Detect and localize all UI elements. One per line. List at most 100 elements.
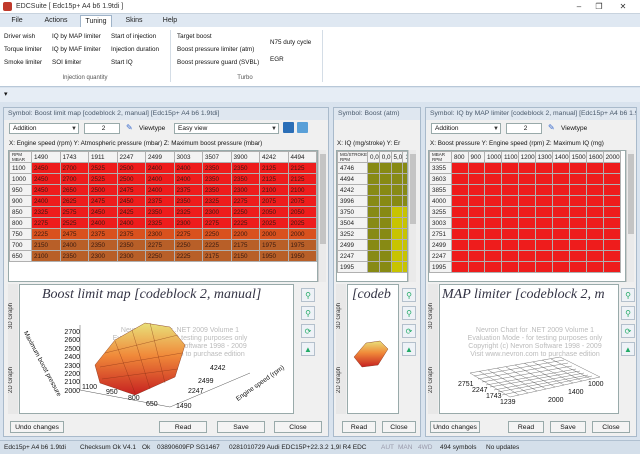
map-cell[interactable]: 2100	[31, 250, 61, 262]
map-cell[interactable]: 2400	[116, 217, 146, 229]
map-cell[interactable]	[585, 184, 604, 196]
map-cell[interactable]	[367, 250, 380, 262]
map-cell[interactable]: 2200	[230, 228, 260, 240]
map-cell[interactable]: 2300	[230, 184, 260, 196]
map-cell[interactable]	[551, 250, 570, 262]
dropdown-arrow-icon[interactable]: ▾	[4, 90, 8, 98]
map-cell[interactable]	[390, 173, 404, 185]
map-cell[interactable]: 2300	[88, 250, 118, 262]
map-cell[interactable]	[602, 261, 621, 273]
map-cell[interactable]	[585, 173, 604, 185]
zoom-out-icon[interactable]: ⚲	[621, 306, 635, 320]
map-cell[interactable]	[483, 239, 503, 251]
map-cell[interactable]	[568, 239, 587, 251]
map-cell[interactable]: 2100	[259, 184, 289, 196]
map-cell[interactable]	[585, 239, 604, 251]
map-cell[interactable]	[568, 250, 587, 262]
map-cell[interactable]: 2525	[88, 162, 118, 174]
rotate-icon[interactable]: ⟳	[301, 324, 315, 338]
map-cell[interactable]: 2400	[31, 195, 61, 207]
map-cell[interactable]	[568, 162, 587, 174]
map-cell[interactable]	[467, 173, 485, 185]
map-cell[interactable]: 2375	[173, 184, 203, 196]
map-cell[interactable]	[367, 184, 380, 196]
map-cell[interactable]: 2500	[88, 184, 118, 196]
map-cell[interactable]	[517, 206, 536, 218]
map-cell[interactable]: 2250	[202, 228, 232, 240]
map-cell[interactable]	[390, 228, 404, 240]
map-cell[interactable]	[451, 195, 469, 207]
map-cell[interactable]	[501, 162, 519, 174]
table-row[interactable]: 3855	[429, 184, 621, 196]
table-row[interactable]: 2499	[337, 239, 407, 251]
map-cell[interactable]: 2625	[59, 195, 89, 207]
tab-3d-graph[interactable]: 3D Graph	[336, 286, 346, 346]
map-cell[interactable]	[501, 195, 519, 207]
map-cell[interactable]	[602, 206, 621, 218]
map-cell[interactable]	[367, 162, 380, 174]
save-map-icon[interactable]	[283, 122, 294, 133]
tab-actions[interactable]: Actions	[38, 15, 74, 27]
map-cell[interactable]	[467, 184, 485, 196]
table-row[interactable]: 3750	[337, 206, 407, 218]
map-cell[interactable]	[534, 195, 553, 207]
boost-atm-graph[interactable]: [codeb	[347, 284, 399, 414]
map-cell[interactable]	[451, 239, 469, 251]
map-cell[interactable]: 2425	[116, 206, 146, 218]
map-cell[interactable]: 2250	[230, 206, 260, 218]
table-row[interactable]: 4000	[429, 195, 621, 207]
map-cell[interactable]	[534, 173, 553, 185]
map-cell[interactable]: 2525	[88, 173, 118, 185]
map-cell[interactable]: 2125	[287, 162, 317, 174]
map-cell[interactable]	[378, 228, 392, 240]
map-cell[interactable]	[378, 217, 392, 229]
map-cell[interactable]	[378, 173, 392, 185]
grid-table[interactable]: MG/STROKERPM0,00,05,010,0474644944242399…	[337, 151, 407, 273]
map-cell[interactable]	[602, 250, 621, 262]
map-cell[interactable]	[602, 195, 621, 207]
table-scrollbar[interactable]	[318, 150, 326, 282]
map-cell[interactable]: 2300	[116, 250, 146, 262]
zoom-in-icon[interactable]: ⚲	[621, 288, 635, 302]
map-cell[interactable]	[585, 206, 604, 218]
map-cell[interactable]: 2125	[259, 162, 289, 174]
iq-by-maf-limiter-button[interactable]: IQ by MAF limiter	[52, 46, 101, 53]
tab-3d-graph[interactable]: 3D Graph	[428, 286, 438, 346]
map-cell[interactable]	[451, 162, 469, 174]
map-cell[interactable]: 2050	[287, 206, 317, 218]
map-cell[interactable]	[467, 261, 485, 273]
table-row[interactable]: 3003	[429, 217, 621, 229]
map-cell[interactable]: 2400	[173, 162, 203, 174]
map-cell[interactable]	[501, 261, 519, 273]
table-row[interactable]: 3255	[429, 206, 621, 218]
map-cell[interactable]: 2275	[173, 228, 203, 240]
value-input[interactable]: 2	[506, 123, 542, 134]
map-cell[interactable]	[517, 228, 536, 240]
table-row[interactable]: 2247	[337, 250, 407, 262]
table-scrollbar[interactable]	[408, 150, 416, 282]
map-cell[interactable]	[585, 217, 604, 229]
map-cell[interactable]	[534, 228, 553, 240]
map-cell[interactable]	[451, 206, 469, 218]
export-icon[interactable]	[297, 122, 308, 133]
map-cell[interactable]	[534, 206, 553, 218]
map-cell[interactable]	[602, 162, 621, 174]
target-boost-button[interactable]: Target boost	[177, 33, 212, 40]
map-cell[interactable]: 2400	[145, 173, 175, 185]
save-button[interactable]: Save	[217, 421, 265, 433]
map-cell[interactable]	[517, 184, 536, 196]
table-row[interactable]: 1100 2450 2700 2525 2500 2400 2400 2350 2350 2125…	[9, 162, 317, 174]
map-cell[interactable]	[534, 217, 553, 229]
table-row[interactable]: 3603	[429, 173, 621, 185]
value-input[interactable]: 2	[84, 123, 120, 134]
map-cell[interactable]: 2150	[31, 239, 61, 251]
map-cell[interactable]: 2125	[287, 173, 317, 185]
rotate-icon[interactable]: ⟳	[621, 324, 635, 338]
torque-limiter-button[interactable]: Torque limiter	[4, 46, 42, 53]
map-cell[interactable]: 2275	[230, 195, 260, 207]
operation-combo[interactable]: Addition ▼	[431, 123, 501, 134]
map-cell[interactable]	[517, 250, 536, 262]
map-cell[interactable]: 2350	[202, 173, 232, 185]
map-cell[interactable]	[585, 162, 604, 174]
map-cell[interactable]: 2325	[31, 206, 61, 218]
